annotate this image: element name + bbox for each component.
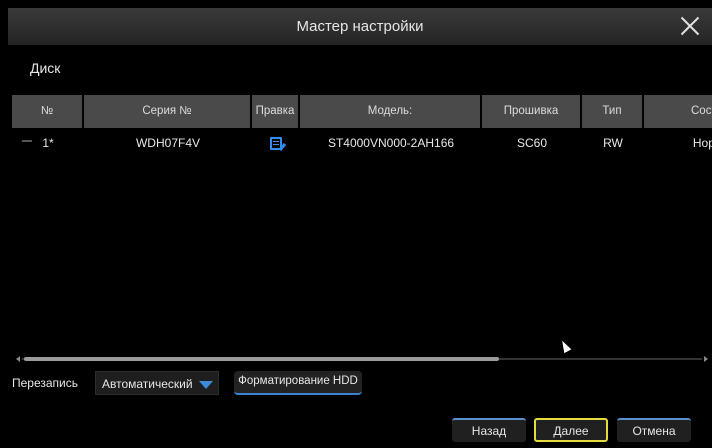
header-edit[interactable]: Правка — [252, 95, 300, 128]
edit-icon[interactable] — [270, 137, 282, 151]
format-hdd-button[interactable]: Форматирование HDD — [234, 371, 362, 395]
back-button[interactable]: Назад — [452, 418, 526, 442]
overwrite-select[interactable]: Автоматический — [95, 371, 219, 395]
overwrite-select-value: Автоматический — [102, 377, 193, 391]
dialog-title: Мастер настройки — [296, 18, 424, 35]
close-icon[interactable] — [676, 12, 704, 40]
dialog-titlebar: Мастер настройки — [8, 8, 712, 45]
dropdown-arrow-icon[interactable] — [199, 381, 213, 389]
next-button[interactable]: Далее — [534, 418, 608, 442]
section-title: Диск — [30, 60, 61, 76]
header-model[interactable]: Модель: — [300, 95, 482, 128]
scroll-thumb[interactable] — [24, 357, 499, 361]
cell-firmware: SC60 — [516, 136, 548, 150]
disk-table: № Серия № Правка Модель: Прошивка Тип Со… — [12, 95, 712, 360]
scroll-left-icon[interactable] — [16, 356, 20, 362]
header-type[interactable]: Тип — [582, 95, 644, 128]
cell-edit — [252, 132, 300, 154]
table-row[interactable]: 1* WDH07F4V ST4000VN000-2AH166 SC60 RW Н… — [12, 132, 712, 154]
header-serial[interactable]: Серия № — [84, 95, 252, 128]
cell-model: ST4000VN000-2AH166 — [327, 136, 455, 150]
header-number[interactable]: № — [12, 95, 84, 128]
horizontal-scrollbar[interactable] — [16, 356, 708, 362]
cell-status: Норм — [692, 136, 712, 150]
cell-number: 1* — [42, 136, 54, 150]
cell-serial: WDH07F4V — [135, 136, 200, 150]
scroll-right-icon[interactable] — [704, 356, 708, 362]
header-status[interactable]: Состо — [644, 95, 712, 128]
cell-type: RW — [603, 136, 623, 150]
header-firmware[interactable]: Прошивка — [482, 95, 582, 128]
row-marker — [22, 140, 32, 142]
cancel-button[interactable]: Отмена — [617, 418, 691, 442]
table-header: № Серия № Правка Модель: Прошивка Тип Со… — [12, 95, 712, 128]
overwrite-label: Перезапись — [12, 376, 79, 390]
